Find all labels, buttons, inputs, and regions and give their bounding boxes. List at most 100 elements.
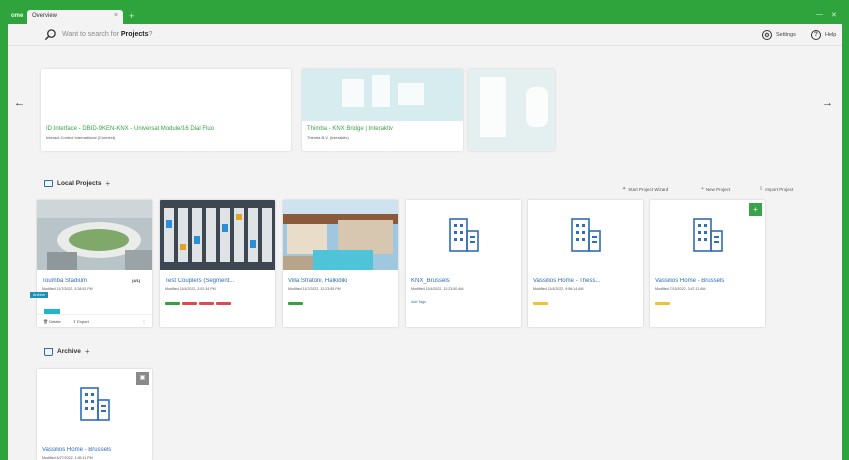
carousel-prev-arrow[interactable]: ←: [14, 97, 25, 109]
monitor-icon: [44, 180, 53, 187]
delete-label: Delete: [49, 318, 61, 324]
project-title: Toumba Stadium: [42, 278, 88, 284]
close-icon[interactable]: ×: [114, 12, 118, 19]
search-input[interactable]: Want to search for Projects?: [62, 31, 152, 38]
carousel-subtitle: Interact Control International (Connect): [46, 135, 116, 140]
wand-icon: ✦: [622, 186, 627, 192]
window-close-button[interactable]: ✕: [831, 11, 837, 19]
app-window: ome Overview × + — ✕ Want to search for …: [8, 9, 842, 460]
help-label: Help: [825, 32, 837, 38]
project-card[interactable]: Test Couplers (Segment... Modified 11/4/…: [160, 200, 275, 327]
help-button[interactable]: ? Help: [811, 28, 836, 42]
archive-header: Archive +: [44, 347, 90, 356]
title-bar: ome Overview × + — ✕: [8, 9, 842, 24]
project-card[interactable]: + Vassilios Home - Brussels Modified 7/1…: [650, 200, 765, 327]
carousel-image: [468, 69, 555, 151]
project-title: Vassilios Home - Brussels: [655, 278, 725, 284]
stadium-image: [37, 200, 152, 270]
status-tag: [44, 309, 60, 314]
project-card[interactable]: KNX_Brussels Modified 11/4/2022, 12:23:5…: [406, 200, 521, 327]
status-bars: [288, 302, 303, 305]
minimize-button[interactable]: —: [816, 11, 823, 18]
status-bar: [199, 302, 214, 305]
new-tab-button[interactable]: +: [129, 11, 134, 21]
carousel-card[interactable]: [468, 69, 555, 151]
project-card[interactable]: Toumba Stadium (4/1) Modified 11/7/2022,…: [37, 200, 152, 327]
project-modified: Modified 11/4/2022, 9:56:14 AM: [533, 287, 584, 291]
status-bar: [182, 302, 197, 305]
tab-title: Overview: [32, 13, 58, 19]
export-button[interactable]: ⇧ Export: [73, 319, 89, 324]
import-project-button[interactable]: ⇩ Import Project: [759, 186, 793, 192]
add-local-project-button[interactable]: +: [105, 179, 110, 188]
project-card[interactable]: Villa Stratoni, Halkidiki Modified 11/7/…: [283, 200, 398, 327]
archive-title: Archive: [57, 348, 81, 355]
status-bars: [533, 302, 548, 305]
building-icon: [528, 200, 643, 270]
status-bar: [533, 302, 548, 305]
settings-label: Settings: [776, 32, 796, 38]
export-label: Export: [77, 318, 89, 324]
search-bar: Want to search for Projects? ⚙ Settings …: [8, 24, 842, 46]
carousel-title: ID Interface - DBID-9KEN-KNX - Universal…: [46, 126, 215, 132]
status-bar: [288, 302, 303, 305]
open-project-button[interactable]: +: [749, 203, 762, 216]
status-bar: [655, 302, 670, 305]
card-actions: 🗑 Delete ⇧ Export ⋮: [37, 314, 152, 327]
gear-icon: ⚙: [762, 30, 772, 40]
carousel-subtitle: Thimba B.V. (Interaktiv): [307, 135, 349, 140]
search-keyword: Projects: [120, 31, 149, 38]
add-tags-link[interactable]: Add Tags: [411, 300, 426, 304]
project-title: KNX_Brussels: [411, 278, 450, 284]
project-modified: Modified 6/27/2022, 1:45:11 PM: [42, 456, 93, 460]
add-archive-button[interactable]: +: [85, 347, 90, 356]
archive-tooltip: Archive: [30, 292, 48, 298]
archive-icon: [44, 347, 53, 356]
search-prefix: Want to search for: [62, 31, 119, 38]
app-logo: ome: [11, 13, 24, 19]
status-bar: [216, 302, 231, 305]
import-icon: ⇩: [759, 186, 764, 192]
carousel-title: Thimba - KNX Bridge | Interaktiv: [307, 126, 393, 132]
delete-button[interactable]: 🗑 Delete: [43, 319, 61, 324]
archive-card[interactable]: ▣ Vassilios Home - Brussels Modified 6/2…: [37, 369, 152, 460]
restore-button[interactable]: ▣: [136, 372, 149, 385]
project-modified: Modified 11/4/2022, 2:02:34 PM: [165, 287, 216, 291]
carousel-image: [302, 69, 463, 121]
tab-overview[interactable]: Overview ×: [27, 10, 123, 24]
building-icon: [37, 369, 152, 439]
couplers-image: [160, 200, 275, 270]
carousel-next-arrow[interactable]: →: [822, 97, 833, 109]
carousel-card[interactable]: Thimba - KNX Bridge | Interaktiv Thimba …: [302, 69, 463, 151]
project-modified: Modified 11/4/2022, 12:23:50 AM: [411, 287, 464, 291]
status-bar: [165, 302, 180, 305]
villa-image: [283, 200, 398, 270]
project-title: Vassilios Home - Thess...: [533, 278, 601, 284]
settings-button[interactable]: ⚙ Settings: [762, 28, 796, 42]
carousel-card[interactable]: ID Interface - DBID-9KEN-KNX - Universal…: [41, 69, 291, 151]
carousel-image: [41, 69, 291, 121]
project-count-badge: (4/1): [132, 278, 141, 283]
search-icon: [44, 29, 56, 41]
new-project-label: New Project: [705, 186, 731, 192]
building-icon: [650, 200, 765, 270]
start-wizard-label: Start Project Wizard: [628, 186, 669, 192]
project-modified: Modified 7/15/2022, 3:47:11 AM: [655, 287, 706, 291]
plus-icon: +: [701, 186, 704, 192]
project-modified: Modified 11/7/2022, 12:23:55 PM: [288, 287, 341, 291]
search-suffix: ?: [148, 31, 153, 38]
local-projects-title: Local Projects: [57, 180, 102, 187]
new-project-button[interactable]: + New Project: [701, 186, 730, 192]
local-projects-header: Local Projects +: [44, 179, 110, 188]
status-bars: [655, 302, 670, 305]
help-icon: ?: [811, 30, 821, 40]
project-card[interactable]: Vassilios Home - Thess... Modified 11/4/…: [528, 200, 643, 327]
project-modified: Modified 11/7/2022, 3:28:53 PM: [42, 287, 93, 291]
import-project-label: Import Project: [765, 186, 794, 192]
project-title: Villa Stratoni, Halkidiki: [288, 278, 348, 284]
project-title: Test Couplers (Segment...: [165, 278, 235, 284]
status-bars: [165, 302, 231, 305]
building-icon: [406, 200, 521, 270]
start-wizard-button[interactable]: ✦ Start Project Wizard: [622, 186, 668, 192]
more-options-icon[interactable]: ⋮: [142, 319, 146, 324]
